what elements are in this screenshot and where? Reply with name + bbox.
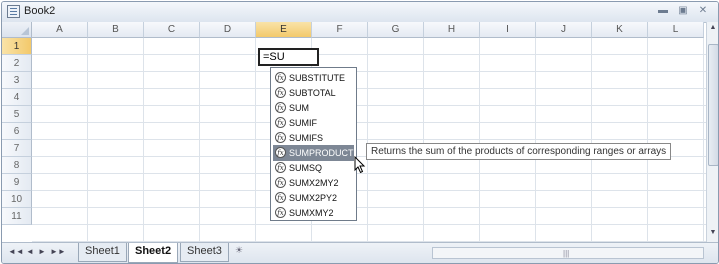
- close-icon[interactable]: ✕: [695, 4, 711, 18]
- row-header-3[interactable]: 3: [2, 72, 32, 89]
- scroll-up-icon[interactable]: ▲: [707, 24, 718, 31]
- function-fx-icon: fx: [275, 102, 286, 113]
- column-header-f[interactable]: F: [312, 22, 368, 38]
- autocomplete-item-label: SUMXMY2: [289, 208, 334, 218]
- autocomplete-item-label: SUM: [289, 103, 309, 113]
- autocomplete-item-label: SUMSQ: [289, 163, 323, 173]
- column-header-h[interactable]: H: [424, 22, 480, 38]
- autocomplete-item[interactable]: fx SUMSQ: [273, 160, 354, 176]
- function-fx-icon: fx: [275, 87, 286, 98]
- insert-sheet-icon[interactable]: ☀: [230, 245, 248, 259]
- next-sheet-icon[interactable]: ►: [38, 247, 46, 256]
- autocomplete-item[interactable]: fx SUMX2MY2: [273, 175, 354, 191]
- autocomplete-item[interactable]: fx SUBSTITUTE: [273, 70, 354, 86]
- autocomplete-item-label: SUBTOTAL: [289, 88, 336, 98]
- column-header-g[interactable]: G: [368, 22, 424, 38]
- sheet-tab-bar: ◄◄ ◄ ► ►► Sheet1 Sheet2 Sheet3 ☀ |||: [2, 242, 718, 263]
- mouse-pointer-icon: [354, 156, 366, 174]
- scroll-down-icon[interactable]: ▼: [707, 229, 718, 236]
- function-fx-icon: fx: [275, 162, 286, 173]
- autocomplete-item[interactable]: fx SUMIFS: [273, 130, 354, 146]
- function-tooltip: Returns the sum of the products of corre…: [366, 143, 672, 160]
- column-header-i[interactable]: I: [480, 22, 536, 38]
- row-header-1[interactable]: 1: [2, 38, 32, 55]
- column-header-a[interactable]: A: [32, 22, 88, 38]
- row-header-7[interactable]: 7: [2, 140, 32, 157]
- column-header-e[interactable]: E: [256, 22, 312, 38]
- column-header-b[interactable]: B: [88, 22, 144, 38]
- function-autocomplete-list[interactable]: fx SUBSTITUTE fx SUBTOTAL fx SUM fx SUMIF fx SUMI…: [270, 67, 357, 221]
- function-fx-icon: fx: [275, 72, 286, 83]
- row-header-6[interactable]: 6: [2, 123, 32, 140]
- select-all-corner[interactable]: [2, 22, 32, 38]
- last-sheet-icon[interactable]: ►►: [50, 247, 66, 256]
- sheet-tab-sheet1[interactable]: Sheet1: [78, 243, 127, 262]
- workbook-window: Book2 ▬ ▣ ✕ ABCDEFGHIJKL 1 2 3 4 5 6 7 8 9 10 11 =…: [1, 1, 719, 264]
- function-fx-icon: fx: [275, 177, 286, 188]
- column-header-c[interactable]: C: [144, 22, 200, 38]
- column-header-k[interactable]: K: [592, 22, 648, 38]
- row-header-11[interactable]: 11: [2, 208, 32, 225]
- horizontal-scrollbar[interactable]: |||: [432, 247, 704, 259]
- autocomplete-item-label: SUMIF: [289, 118, 317, 128]
- prev-sheet-icon[interactable]: ◄: [26, 247, 34, 256]
- autocomplete-item[interactable]: fx SUMPRODUCT: [273, 145, 354, 161]
- row-header-2[interactable]: 2: [2, 55, 32, 72]
- vertical-scrollbar[interactable]: ▲ ▼: [706, 22, 718, 242]
- autocomplete-item[interactable]: fx SUBTOTAL: [273, 85, 354, 101]
- row-header-10[interactable]: 10: [2, 191, 32, 208]
- autocomplete-item-label: SUBSTITUTE: [289, 73, 346, 83]
- scroll-grip-icon[interactable]: |||: [563, 249, 569, 258]
- column-header-l[interactable]: L: [648, 22, 704, 38]
- window-title: Book2: [24, 5, 56, 17]
- active-cell-value: =SU: [263, 51, 285, 63]
- workbook-icon[interactable]: [7, 5, 20, 18]
- title-bar: Book2 ▬ ▣ ✕: [2, 2, 718, 23]
- sheet-tab-sheet3[interactable]: Sheet3: [180, 243, 229, 262]
- function-fx-icon: fx: [275, 207, 286, 218]
- sheet-tab-sheet2[interactable]: Sheet2: [128, 243, 179, 263]
- function-fx-icon: fx: [275, 147, 286, 158]
- autocomplete-item[interactable]: fx SUM: [273, 100, 354, 116]
- restore-icon[interactable]: ▣: [675, 4, 691, 18]
- row-header-8[interactable]: 8: [2, 157, 32, 174]
- autocomplete-item-label: SUMPRODUCT: [289, 148, 354, 158]
- autocomplete-item-label: SUMIFS: [289, 133, 324, 143]
- first-sheet-icon[interactable]: ◄◄: [8, 247, 24, 256]
- vertical-scroll-thumb[interactable]: [708, 44, 718, 166]
- row-header-5[interactable]: 5: [2, 106, 32, 123]
- active-cell-e1[interactable]: =SU: [258, 48, 319, 66]
- cell-grid[interactable]: [32, 38, 706, 242]
- function-fx-icon: fx: [275, 132, 286, 143]
- function-fx-icon: fx: [275, 192, 286, 203]
- autocomplete-item[interactable]: fx SUMXMY2: [273, 205, 354, 221]
- autocomplete-item-label: SUMX2MY2: [289, 178, 339, 188]
- column-header-j[interactable]: J: [536, 22, 592, 38]
- autocomplete-item[interactable]: fx SUMX2PY2: [273, 190, 354, 206]
- column-header-d[interactable]: D: [200, 22, 256, 38]
- function-fx-icon: fx: [275, 117, 286, 128]
- row-header-9[interactable]: 9: [2, 174, 32, 191]
- autocomplete-item[interactable]: fx SUMIF: [273, 115, 354, 131]
- row-header-4[interactable]: 4: [2, 89, 32, 106]
- column-headers: ABCDEFGHIJKL: [2, 22, 706, 38]
- minimize-icon[interactable]: ▬: [655, 4, 671, 18]
- autocomplete-item-label: SUMX2PY2: [289, 193, 338, 203]
